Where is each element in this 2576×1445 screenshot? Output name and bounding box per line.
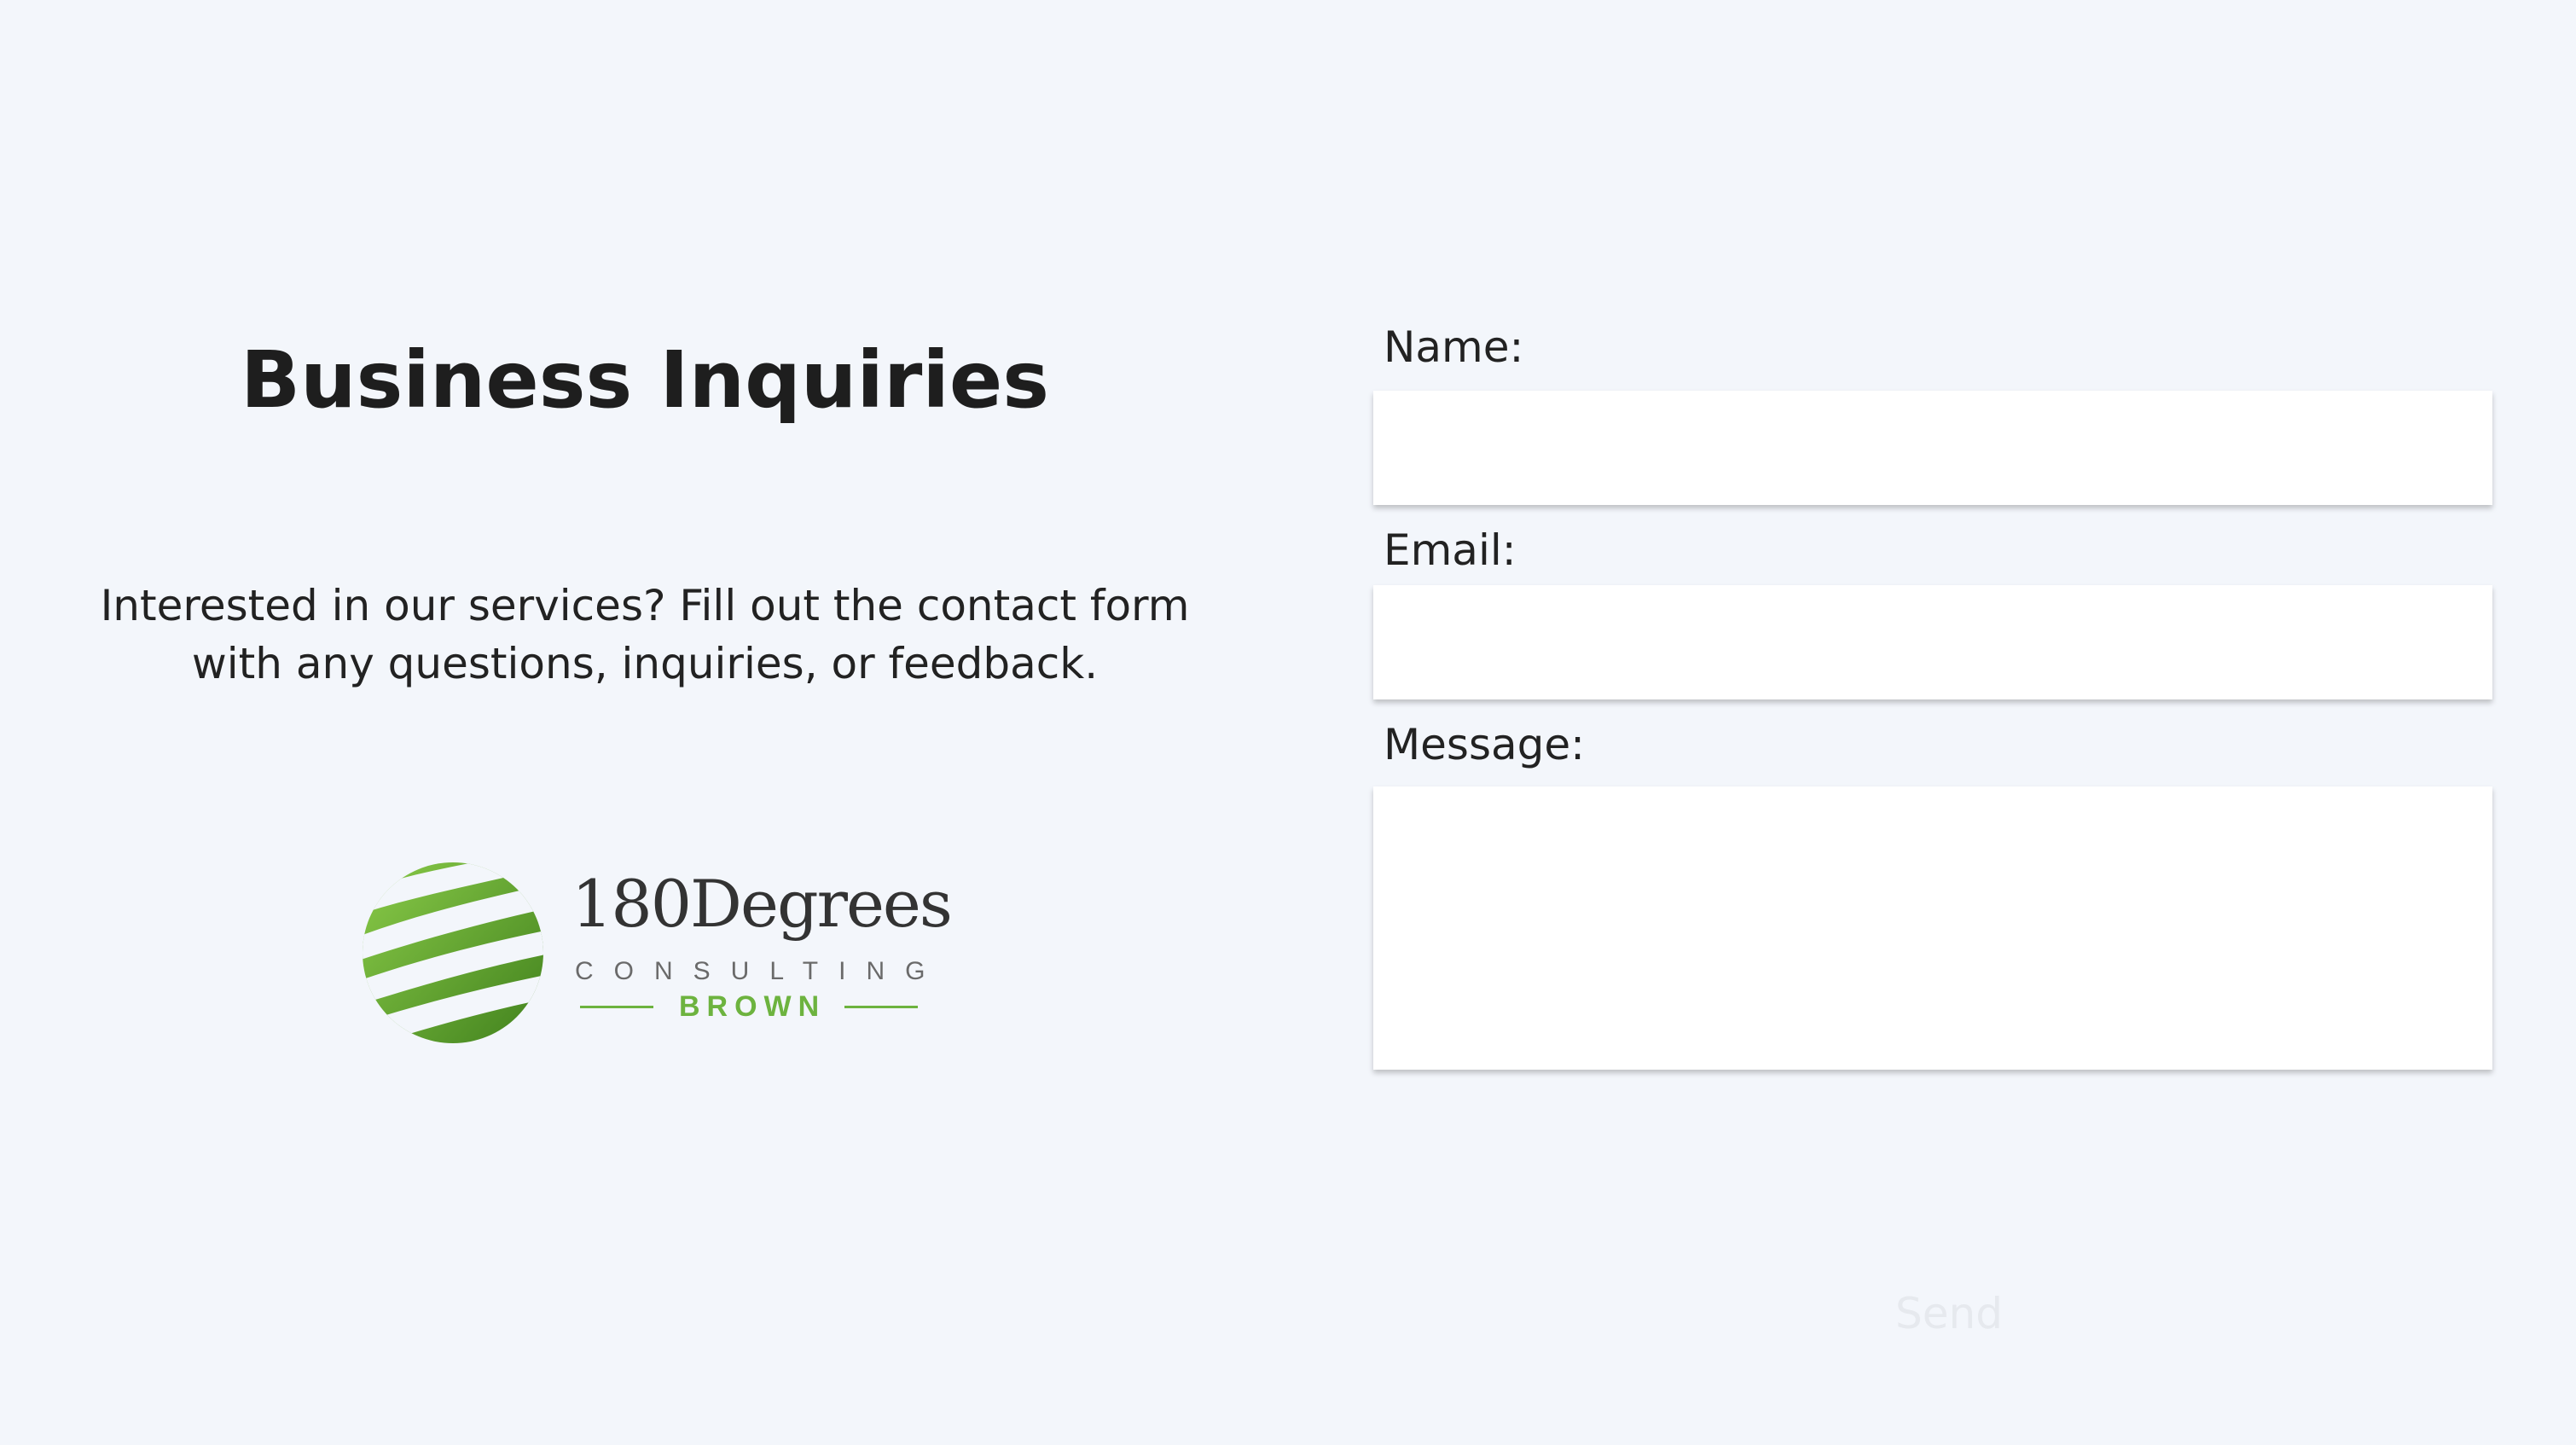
logo-left-rule bbox=[580, 1005, 653, 1008]
company-logo: 180Degrees CONSULTING BROWN bbox=[362, 853, 953, 1058]
page-title: Business Inquiries bbox=[240, 334, 1050, 426]
send-button[interactable]: Send bbox=[1859, 1280, 2039, 1348]
logo-brand-text: 180Degrees bbox=[571, 866, 953, 942]
email-field[interactable] bbox=[1373, 585, 2492, 699]
logo-subtitle-text: CONSULTING bbox=[575, 957, 946, 985]
message-label: Message: bbox=[1384, 720, 1585, 769]
email-label: Email: bbox=[1384, 525, 1517, 575]
globe-logo-icon bbox=[363, 862, 543, 1043]
logo-chapter-row: BROWN bbox=[580, 988, 938, 1025]
intro-panel: Business Inquiries Interested in our ser… bbox=[0, 0, 1290, 1445]
logo-chapter-text: BROWN bbox=[679, 989, 827, 1023]
logo-right-rule bbox=[844, 1005, 919, 1008]
name-field[interactable] bbox=[1373, 391, 2492, 505]
intro-text: Interested in our services? Fill out the… bbox=[100, 581, 1190, 688]
message-field[interactable] bbox=[1373, 786, 2492, 1070]
name-label: Name: bbox=[1384, 322, 1524, 372]
